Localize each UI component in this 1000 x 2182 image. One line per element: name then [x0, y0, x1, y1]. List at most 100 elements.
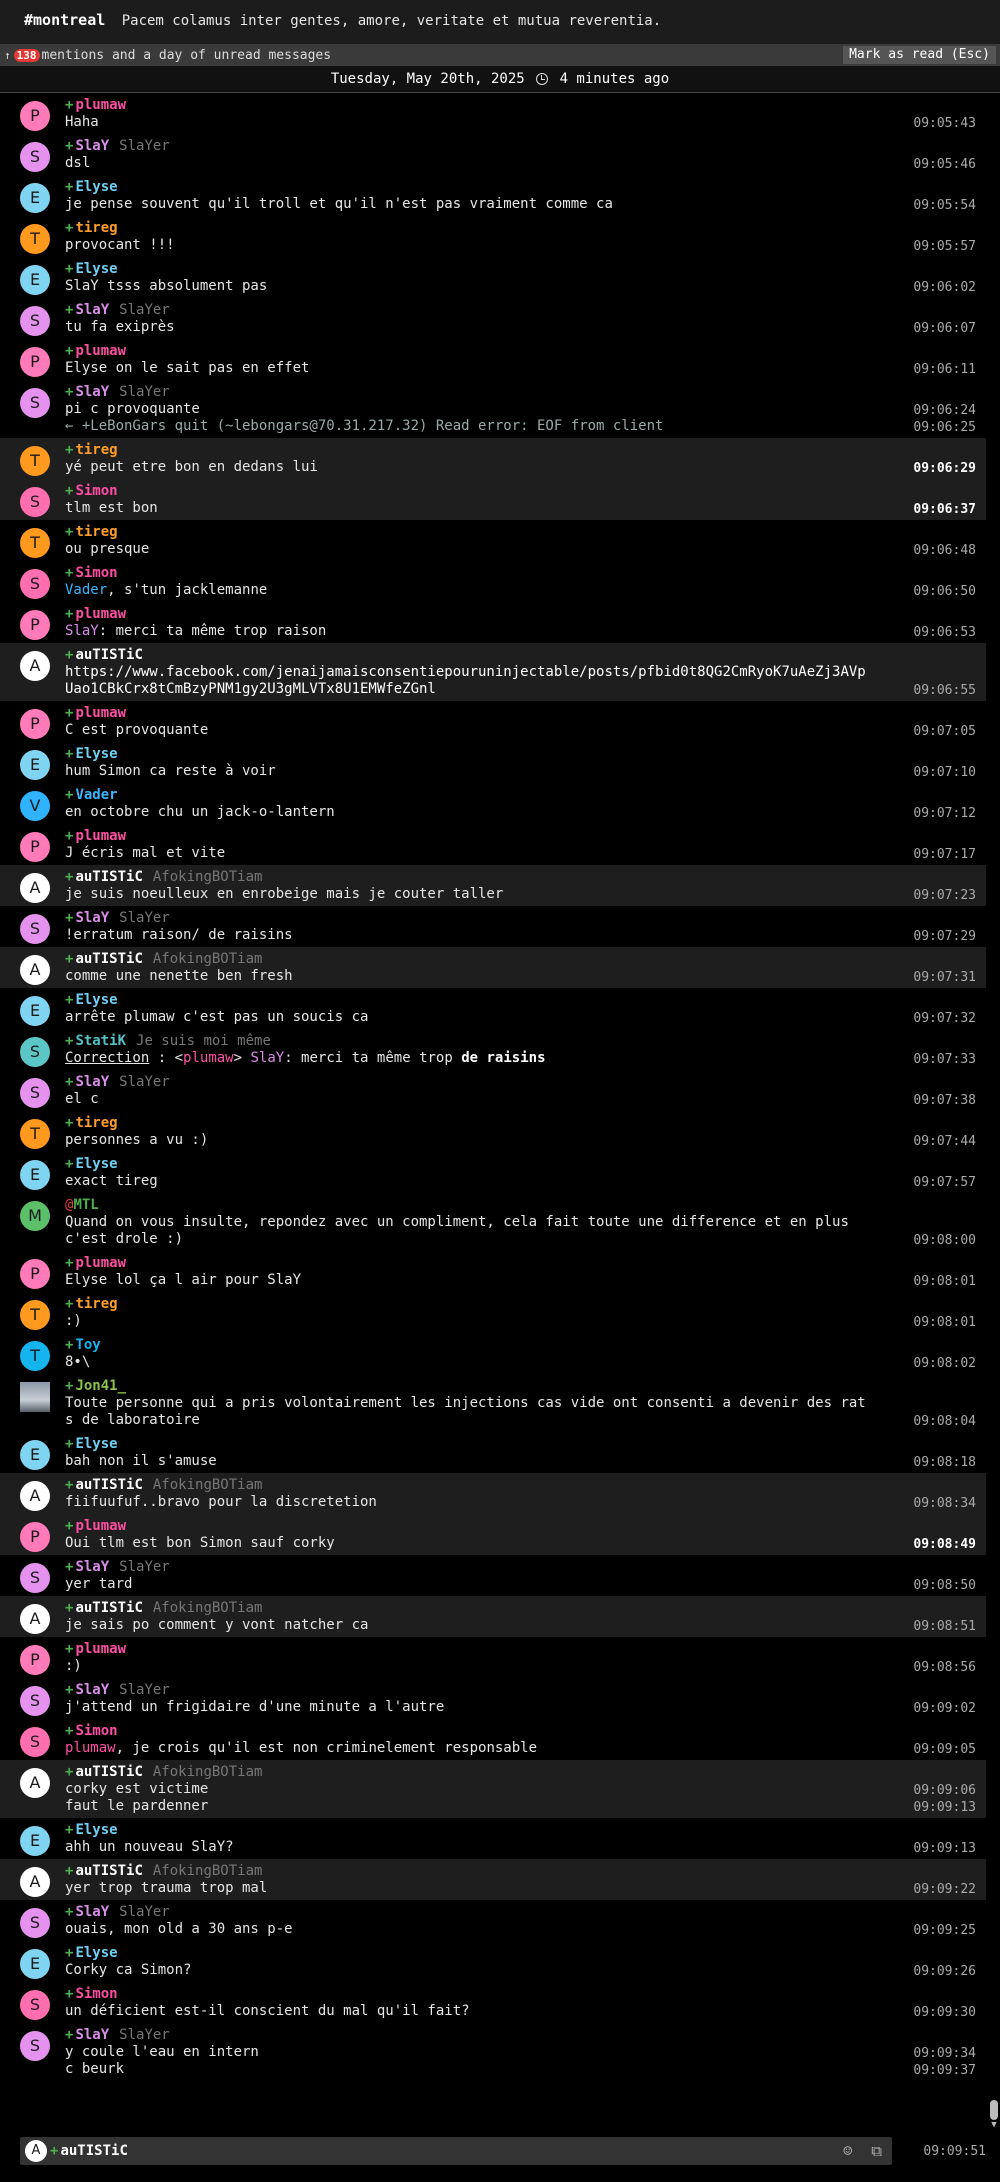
message-row[interactable]: T + tireg personnes a vu :) 09:07:44 — [0, 1111, 986, 1152]
message-row[interactable]: P + plumaw Elyse on le sait pas en effet 09:… — [0, 339, 986, 380]
nick[interactable]: auTISTiC — [75, 1600, 142, 1616]
avatar[interactable]: E — [20, 1160, 50, 1190]
message-text[interactable]: https://www.facebook.com/jenaijamaiscons… — [65, 664, 866, 698]
message-row[interactable]: A + auTISTiC AfokingBOTiam fiifuufuf..bravo … — [0, 1473, 986, 1514]
message-row[interactable]: S + SlaY SlaYer dsl 09:05:46 — [0, 134, 986, 175]
nick[interactable]: auTISTiC — [75, 1863, 142, 1879]
message-row[interactable]: T + tireg provocant !!! 09:05:57 — [0, 216, 986, 257]
message-row[interactable]: P + plumaw:) 09:08:56 — [0, 1637, 986, 1678]
nick[interactable]: Jon41_ — [75, 1378, 126, 1394]
nick[interactable]: StatiK — [75, 1033, 126, 1049]
avatar[interactable]: S — [20, 1037, 50, 1067]
nick[interactable]: SlaY — [75, 1559, 109, 1575]
avatar[interactable]: S — [20, 1727, 50, 1757]
avatar[interactable]: A — [20, 873, 50, 903]
message-row[interactable]: S + Simon tlm est bon 09:06:37 — [0, 479, 986, 520]
avatar[interactable]: P — [20, 101, 50, 131]
nick[interactable]: MTL — [73, 1197, 98, 1213]
nick[interactable]: SlaY — [75, 1074, 109, 1090]
nick[interactable]: plumaw — [75, 1518, 126, 1534]
nick[interactable]: plumaw — [75, 343, 126, 359]
message-row[interactable]: E + Elyse hum Simon ca reste à voir 09:07:10 — [0, 742, 986, 783]
message-row[interactable]: P + plumaw Haha 09:05:43 — [0, 93, 986, 134]
message-row[interactable]: T + tireg:) 09:08:01 — [0, 1292, 986, 1333]
message-list[interactable]: P + plumaw Haha 09:05:43 S + SlaY SlaYer dsl 09:05… — [0, 93, 986, 2136]
avatar[interactable]: T — [20, 446, 50, 476]
nick[interactable]: Elyse — [75, 746, 117, 762]
avatar[interactable]: S — [20, 1078, 50, 1108]
nick-mention[interactable]: SlaY — [65, 623, 99, 639]
message-row[interactable]: A + auTISTiC AfokingBOTiam yer trop trauma t… — [0, 1859, 986, 1900]
avatar[interactable]: P — [20, 610, 50, 640]
message-row[interactable]: T + Toy 8•\ 09:08:02 — [0, 1333, 986, 1374]
emoji-icon[interactable]: ☺ — [843, 2142, 852, 2160]
avatar[interactable]: S — [20, 2031, 50, 2061]
message-row[interactable]: P + plumaw J écris mal et vite 09:07:17 — [0, 824, 986, 865]
avatar[interactable]: S — [20, 487, 50, 517]
message-row[interactable]: P + plumaw Elyse lol ça l air pour SlaY 09:0… — [0, 1251, 986, 1292]
avatar[interactable] — [20, 1382, 50, 1412]
message-row[interactable]: V + Vader en octobre chu un jack-o-lantern 0… — [0, 783, 986, 824]
unread-banner[interactable]: ↑ 138 mentions and a day of unread messa… — [0, 44, 1000, 66]
message-row[interactable]: P + plumaw SlaY: merci ta même trop raison 0… — [0, 602, 986, 643]
nick[interactable]: SlaY — [75, 910, 109, 926]
nick[interactable]: Simon — [75, 1986, 117, 2002]
avatar[interactable]: S — [20, 306, 50, 336]
nick[interactable]: tireg — [75, 220, 117, 236]
message-row[interactable]: S + SlaY SlaYer el c 09:07:38 — [0, 1070, 986, 1111]
avatar[interactable]: E — [20, 1826, 50, 1856]
nick[interactable]: plumaw — [75, 97, 126, 113]
nick[interactable]: Simon — [75, 565, 117, 581]
nick[interactable]: Elyse — [75, 1156, 117, 1172]
avatar[interactable]: E — [20, 996, 50, 1026]
mark-as-read-button[interactable]: Mark as read (Esc) — [843, 46, 996, 64]
nick-mention[interactable]: plumaw — [65, 1740, 116, 1756]
nick[interactable]: Elyse — [75, 179, 117, 195]
message-row[interactable]: S + Simon plumaw, je crois qu'il est non cr… — [0, 1719, 986, 1760]
avatar[interactable]: A — [20, 1604, 50, 1634]
message-row[interactable]: P + plumaw C est provoquante 09:07:05 — [0, 701, 986, 742]
message-row[interactable]: S + SlaY SlaYer yer tard 09:08:50 — [0, 1555, 986, 1596]
nick[interactable]: plumaw — [75, 1255, 126, 1271]
avatar[interactable]: E — [20, 183, 50, 213]
nick[interactable]: SlaY — [75, 1682, 109, 1698]
nick[interactable]: tireg — [75, 442, 117, 458]
message-row[interactable]: A + auTISTiC AfokingBOTiam je sais po commen… — [0, 1596, 986, 1637]
message-row[interactable]: A + auTISTiC AfokingBOTiam corky est victime… — [0, 1760, 986, 1818]
avatar[interactable]: S — [20, 569, 50, 599]
scrollbar-thumb[interactable] — [990, 2100, 998, 2120]
message-row[interactable]: P + plumaw Oui tlm est bon Simon sauf corky… — [0, 1514, 986, 1555]
message-row[interactable]: S + Simon un déficient est-il conscient du … — [0, 1982, 986, 2023]
message-row[interactable]: S + SlaY SlaYer !erratum raison/ de raisins 0… — [0, 906, 986, 947]
nick-mention[interactable]: SlaY — [250, 1050, 284, 1066]
message-row[interactable]: E + Elyse exact tireg 09:07:57 — [0, 1152, 986, 1193]
nick[interactable]: auTISTiC — [75, 1477, 142, 1493]
message-row[interactable]: + Jon41_ Toute personne qui a pris volonta… — [0, 1374, 986, 1432]
avatar[interactable]: P — [20, 709, 50, 739]
nick[interactable]: tireg — [75, 524, 117, 540]
nick[interactable]: auTISTiC — [75, 951, 142, 967]
attach-icon[interactable]: ⧉ — [871, 2142, 882, 2160]
nick-mention[interactable]: plumaw — [183, 1050, 234, 1066]
avatar[interactable]: P — [20, 1259, 50, 1289]
message-row[interactable]: S + SlaY SlaYer tu fa exiprès 09:06:07 — [0, 298, 986, 339]
avatar[interactable]: T — [20, 1300, 50, 1330]
nick[interactable]: SlaY — [75, 138, 109, 154]
avatar[interactable]: T — [20, 224, 50, 254]
nick[interactable]: Simon — [75, 1723, 117, 1739]
avatar[interactable]: P — [20, 1522, 50, 1552]
nick[interactable]: Elyse — [75, 992, 117, 1008]
avatar[interactable]: A — [20, 955, 50, 985]
avatar[interactable]: A — [20, 1768, 50, 1798]
nick-mention[interactable]: Vader — [65, 582, 107, 598]
message-row[interactable]: E + Elyse SlaY tsss absolument pas 09:06:02 — [0, 257, 986, 298]
message-row[interactable]: T + tireg yé peut etre bon en dedans lui 09:… — [0, 438, 986, 479]
avatar[interactable]: S — [20, 1990, 50, 2020]
message-row[interactable]: S + SlaY SlaYer y coule l'eau en intern c beu… — [0, 2023, 986, 2081]
avatar[interactable]: M — [20, 1201, 50, 1231]
nick[interactable]: Elyse — [75, 1822, 117, 1838]
message-row[interactable]: A + auTISTiC https://www.facebook.com/jenai… — [0, 643, 986, 701]
nick[interactable]: Elyse — [75, 261, 117, 277]
message-row[interactable]: E + Elyse ahh un nouveau SlaY? 09:09:13 — [0, 1818, 986, 1859]
avatar[interactable]: E — [20, 265, 50, 295]
